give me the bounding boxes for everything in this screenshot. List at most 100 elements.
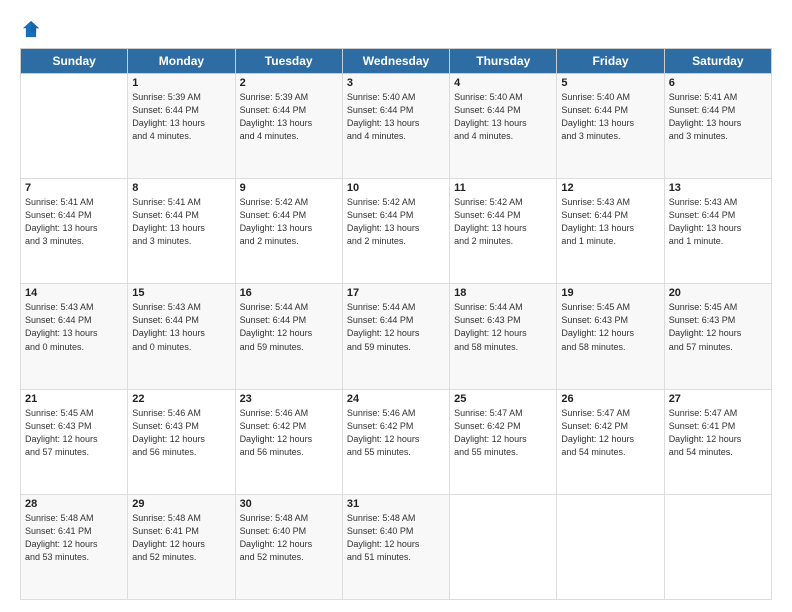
calendar-cell	[450, 494, 557, 599]
calendar-cell: 16 Sunrise: 5:44 AM Sunset: 6:44 PM Dayli…	[235, 284, 342, 389]
day-info: Sunrise: 5:46 AM Sunset: 6:43 PM Dayligh…	[132, 407, 230, 459]
day-number: 3	[347, 77, 445, 89]
day-info: Sunrise: 5:39 AM Sunset: 6:44 PM Dayligh…	[240, 91, 338, 143]
day-info: Sunrise: 5:47 AM Sunset: 6:42 PM Dayligh…	[454, 407, 552, 459]
weekday-header: Sunday	[21, 49, 128, 74]
calendar-cell: 13Sunrise: 5:43 AM Sunset: 6:44 PM Dayli…	[664, 179, 771, 284]
day-info: Sunrise: 5:43 AM Sunset: 6:44 PM Dayligh…	[561, 196, 659, 248]
day-info: Sunrise: 5:45 AM Sunset: 6:43 PM Dayligh…	[25, 407, 123, 459]
weekday-header: Friday	[557, 49, 664, 74]
day-number: 31	[347, 498, 445, 510]
day-number: 8	[132, 182, 230, 194]
calendar-cell: 31 Sunrise: 5:48 AM Sunset: 6:40 PM Dayli…	[342, 494, 449, 599]
day-info: Sunrise: 5:44 AM Sunset: 6:44 PM Dayligh…	[347, 301, 445, 353]
day-number: 26	[561, 393, 659, 405]
calendar-cell: 20 Sunrise: 5:45 AM Sunset: 6:43 PM Dayli…	[664, 284, 771, 389]
weekday-header: Saturday	[664, 49, 771, 74]
calendar-week-row: 1 Sunrise: 5:39 AM Sunset: 6:44 PM Daylig…	[21, 74, 772, 179]
calendar-header-row: SundayMondayTuesdayWednesdayThursdayFrid…	[21, 49, 772, 74]
day-number: 23	[240, 393, 338, 405]
day-number: 16	[240, 287, 338, 299]
day-number: 25	[454, 393, 552, 405]
calendar-cell: 27 Sunrise: 5:47 AM Sunset: 6:41 PM Dayli…	[664, 389, 771, 494]
day-number: 13	[669, 182, 767, 194]
calendar-cell: 2 Sunrise: 5:39 AM Sunset: 6:44 PM Daylig…	[235, 74, 342, 179]
calendar-cell: 25 Sunrise: 5:47 AM Sunset: 6:42 PM Dayli…	[450, 389, 557, 494]
calendar-cell: 28 Sunrise: 5:48 AM Sunset: 6:41 PM Dayli…	[21, 494, 128, 599]
day-info: Sunrise: 5:41 AM Sunset: 6:44 PM Dayligh…	[25, 196, 123, 248]
day-number: 17	[347, 287, 445, 299]
weekday-header: Monday	[128, 49, 235, 74]
day-number: 28	[25, 498, 123, 510]
day-number: 21	[25, 393, 123, 405]
day-info: Sunrise: 5:40 AM Sunset: 6:44 PM Dayligh…	[561, 91, 659, 143]
calendar-cell: 15 Sunrise: 5:43 AM Sunset: 6:44 PM Dayli…	[128, 284, 235, 389]
day-number: 5	[561, 77, 659, 89]
calendar-cell: 10 Sunrise: 5:42 AM Sunset: 6:44 PM Dayli…	[342, 179, 449, 284]
day-info: Sunrise: 5:39 AM Sunset: 6:44 PM Dayligh…	[132, 91, 230, 143]
logo-icon	[20, 18, 42, 40]
calendar-table: SundayMondayTuesdayWednesdayThursdayFrid…	[20, 48, 772, 600]
calendar-cell: 1 Sunrise: 5:39 AM Sunset: 6:44 PM Daylig…	[128, 74, 235, 179]
calendar-cell: 17 Sunrise: 5:44 AM Sunset: 6:44 PM Dayli…	[342, 284, 449, 389]
weekday-header: Wednesday	[342, 49, 449, 74]
day-number: 10	[347, 182, 445, 194]
day-number: 15	[132, 287, 230, 299]
calendar-cell: 21 Sunrise: 5:45 AM Sunset: 6:43 PM Dayli…	[21, 389, 128, 494]
day-info: Sunrise: 5:46 AM Sunset: 6:42 PM Dayligh…	[240, 407, 338, 459]
calendar-cell	[21, 74, 128, 179]
day-number: 27	[669, 393, 767, 405]
day-info: Sunrise: 5:44 AM Sunset: 6:44 PM Dayligh…	[240, 301, 338, 353]
day-number: 12	[561, 182, 659, 194]
day-info: Sunrise: 5:42 AM Sunset: 6:44 PM Dayligh…	[454, 196, 552, 248]
calendar-cell: 11 Sunrise: 5:42 AM Sunset: 6:44 PM Dayli…	[450, 179, 557, 284]
day-info: Sunrise: 5:43 AM Sunset: 6:44 PM Dayligh…	[25, 301, 123, 353]
day-info: Sunrise: 5:42 AM Sunset: 6:44 PM Dayligh…	[240, 196, 338, 248]
calendar-cell: 29 Sunrise: 5:48 AM Sunset: 6:41 PM Dayli…	[128, 494, 235, 599]
day-number: 29	[132, 498, 230, 510]
day-number: 9	[240, 182, 338, 194]
day-number: 2	[240, 77, 338, 89]
day-number: 14	[25, 287, 123, 299]
day-number: 24	[347, 393, 445, 405]
day-number: 30	[240, 498, 338, 510]
day-info: Sunrise: 5:45 AM Sunset: 6:43 PM Dayligh…	[561, 301, 659, 353]
calendar-cell: 22Sunrise: 5:46 AM Sunset: 6:43 PM Dayli…	[128, 389, 235, 494]
logo	[20, 18, 46, 40]
day-info: Sunrise: 5:48 AM Sunset: 6:40 PM Dayligh…	[347, 512, 445, 564]
calendar-cell	[664, 494, 771, 599]
day-info: Sunrise: 5:41 AM Sunset: 6:44 PM Dayligh…	[669, 91, 767, 143]
calendar-cell: 26Sunrise: 5:47 AM Sunset: 6:42 PM Dayli…	[557, 389, 664, 494]
calendar-cell	[557, 494, 664, 599]
day-info: Sunrise: 5:42 AM Sunset: 6:44 PM Dayligh…	[347, 196, 445, 248]
calendar-cell: 9 Sunrise: 5:42 AM Sunset: 6:44 PM Daylig…	[235, 179, 342, 284]
calendar-week-row: 7 Sunrise: 5:41 AM Sunset: 6:44 PM Daylig…	[21, 179, 772, 284]
day-number: 11	[454, 182, 552, 194]
calendar-cell: 3Sunrise: 5:40 AM Sunset: 6:44 PM Daylig…	[342, 74, 449, 179]
day-info: Sunrise: 5:48 AM Sunset: 6:41 PM Dayligh…	[132, 512, 230, 564]
day-number: 20	[669, 287, 767, 299]
day-info: Sunrise: 5:44 AM Sunset: 6:43 PM Dayligh…	[454, 301, 552, 353]
page: SundayMondayTuesdayWednesdayThursdayFrid…	[0, 0, 792, 612]
calendar-week-row: 14 Sunrise: 5:43 AM Sunset: 6:44 PM Dayli…	[21, 284, 772, 389]
calendar-cell: 30Sunrise: 5:48 AM Sunset: 6:40 PM Dayli…	[235, 494, 342, 599]
header	[20, 18, 772, 40]
day-number: 19	[561, 287, 659, 299]
day-number: 6	[669, 77, 767, 89]
day-info: Sunrise: 5:45 AM Sunset: 6:43 PM Dayligh…	[669, 301, 767, 353]
day-number: 7	[25, 182, 123, 194]
day-number: 1	[132, 77, 230, 89]
calendar-cell: 7 Sunrise: 5:41 AM Sunset: 6:44 PM Daylig…	[21, 179, 128, 284]
day-info: Sunrise: 5:46 AM Sunset: 6:42 PM Dayligh…	[347, 407, 445, 459]
calendar-week-row: 28 Sunrise: 5:48 AM Sunset: 6:41 PM Dayli…	[21, 494, 772, 599]
day-number: 18	[454, 287, 552, 299]
calendar-cell: 6 Sunrise: 5:41 AM Sunset: 6:44 PM Daylig…	[664, 74, 771, 179]
calendar-cell: 4Sunrise: 5:40 AM Sunset: 6:44 PM Daylig…	[450, 74, 557, 179]
calendar-cell: 8Sunrise: 5:41 AM Sunset: 6:44 PM Daylig…	[128, 179, 235, 284]
day-info: Sunrise: 5:43 AM Sunset: 6:44 PM Dayligh…	[132, 301, 230, 353]
weekday-header: Tuesday	[235, 49, 342, 74]
calendar-cell: 23 Sunrise: 5:46 AM Sunset: 6:42 PM Dayli…	[235, 389, 342, 494]
day-info: Sunrise: 5:48 AM Sunset: 6:41 PM Dayligh…	[25, 512, 123, 564]
calendar-cell: 5 Sunrise: 5:40 AM Sunset: 6:44 PM Daylig…	[557, 74, 664, 179]
day-info: Sunrise: 5:47 AM Sunset: 6:41 PM Dayligh…	[669, 407, 767, 459]
